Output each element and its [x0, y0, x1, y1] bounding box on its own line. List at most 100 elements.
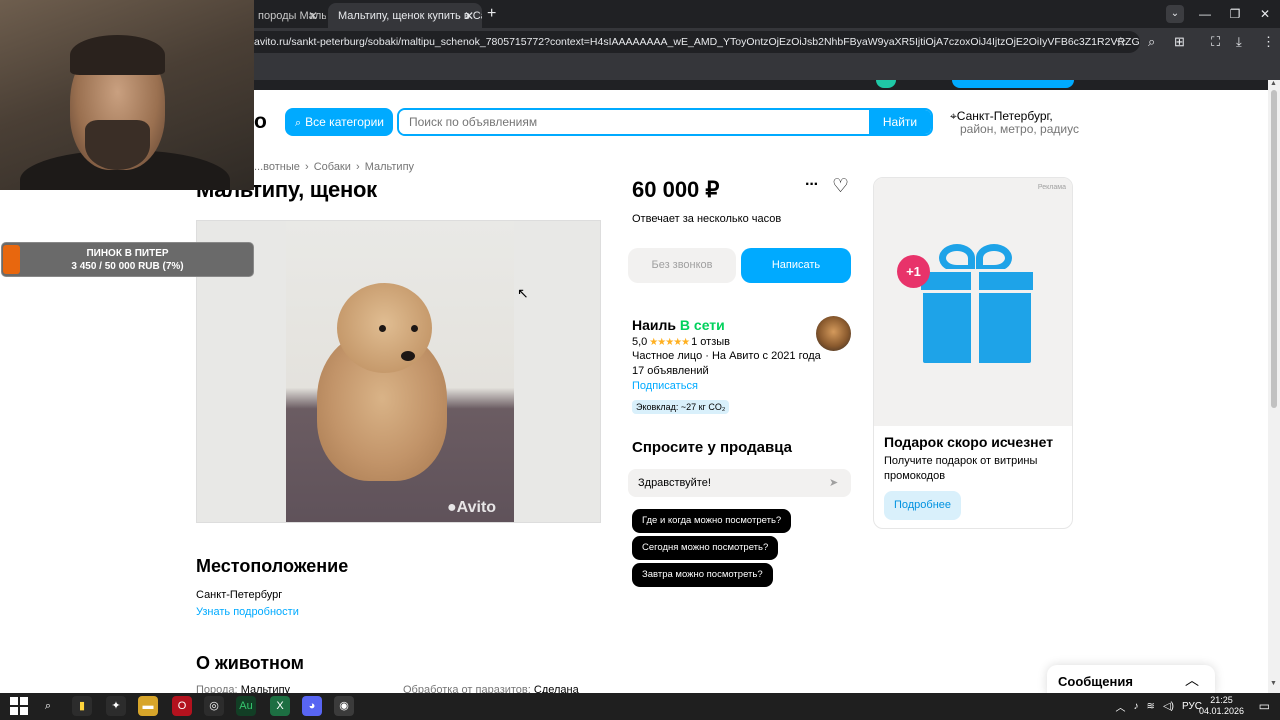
close-tab-icon[interactable]: ✕	[308, 9, 318, 23]
favorite-heart-icon[interactable]: ♡	[832, 175, 849, 198]
audition-icon[interactable]: Au	[236, 696, 256, 716]
tray-chevron-icon[interactable]: ︿	[1116, 699, 1126, 714]
messages-panel[interactable]: Сообщения ︿	[1047, 665, 1215, 695]
clock-time: 21:25	[1210, 695, 1233, 705]
puppy-eye	[411, 325, 418, 332]
eco-badge[interactable]: Эковклад: ~27 кг CO₂	[632, 400, 730, 414]
ask-seller-input[interactable]: Здравствуйте!	[628, 469, 851, 497]
breadcrumb-item-dogs[interactable]: Собаки	[314, 161, 351, 173]
more-options-icon[interactable]: ···	[805, 176, 819, 194]
breadcrumb-item-maltipoo[interactable]: Мальтипу	[365, 161, 414, 173]
donation-title: ПИНОК В ПИТЕР	[86, 248, 169, 259]
scroll-up-icon[interactable]: ▲	[1270, 80, 1277, 87]
chrome-icon[interactable]: ◉	[334, 696, 354, 716]
ad-more-button[interactable]: Подробнее	[884, 491, 961, 520]
seller-rating[interactable]: 5,0 ★★★★★ 1 отзыв	[632, 336, 730, 348]
all-categories-button[interactable]: ⌕ Все категории	[285, 108, 393, 136]
minimize-icon[interactable]: —	[1190, 0, 1220, 28]
subscribe-link[interactable]: Подписаться	[632, 380, 698, 392]
notifications-icon[interactable]: ▭	[1259, 699, 1270, 713]
new-tab-button[interactable]: +	[487, 5, 496, 23]
scrollbar-thumb[interactable]	[1271, 90, 1277, 408]
search-bar: Найти	[397, 108, 933, 136]
messages-label: Сообщения	[1058, 674, 1133, 689]
wifi-icon[interactable]: ≋	[1147, 701, 1155, 712]
avito-dots-icon: ●	[447, 499, 457, 516]
rating-value: 5,0	[632, 336, 648, 348]
donation-amount: 3 450 / 50 000 RUB (7%)	[71, 261, 184, 272]
location-title: Местоположение	[196, 556, 349, 576]
app-icon-yellow[interactable]: ▮	[72, 696, 92, 716]
watermark-text: Avito	[456, 499, 497, 516]
about-animal-title: О животном	[196, 653, 304, 673]
gift-bow-icon	[939, 244, 975, 272]
tab-listing[interactable]: Мальтипу, щенок купить в Санкт-Петербург…	[328, 3, 482, 28]
taskbar-clock[interactable]: 21:25 04.01.2026	[1199, 695, 1244, 717]
quick-question-chip[interactable]: Сегодня можно посмотреть?	[632, 536, 779, 560]
zoom-icon[interactable]: ⌕	[1148, 34, 1155, 50]
ad-title: Подарок скоро исчезнет	[884, 434, 1054, 450]
app-icon-compass[interactable]: ◎	[204, 696, 224, 716]
breadcrumb-separator: ›	[304, 161, 309, 173]
photo-gallery[interactable]: ●Avito	[196, 220, 601, 523]
price: 60 000 ₽	[632, 177, 720, 202]
microphone-icon[interactable]: ♪	[1134, 701, 1139, 712]
download-icon[interactable]: ⤓	[1236, 34, 1242, 50]
search-icon[interactable]: ⌕	[38, 696, 58, 716]
excel-icon[interactable]: X	[270, 696, 290, 716]
location-details-link[interactable]: Узнать подробности	[196, 606, 299, 618]
tab-search-icon[interactable]: ⌄	[1166, 5, 1184, 23]
restore-icon[interactable]: ❐	[1220, 0, 1250, 28]
clock-date: 04.01.2026	[1198, 706, 1244, 716]
app-icon-bird[interactable]: ✦	[106, 696, 126, 716]
close-tab-icon[interactable]: ✕	[464, 9, 474, 23]
windows-start-icon[interactable]	[10, 697, 28, 715]
city-sub-label[interactable]: район, метро, радиус	[960, 122, 1079, 136]
location-pin-icon: ⌖	[950, 109, 957, 123]
file-explorer-icon[interactable]: ▬	[138, 696, 158, 716]
chevron-up-icon[interactable]: ︿	[1185, 670, 1199, 690]
avatar[interactable]	[816, 316, 851, 351]
send-icon[interactable]: ➤	[829, 476, 838, 489]
breadcrumb-item-animals[interactable]: ...вотные	[254, 161, 300, 173]
puppy-eye	[379, 325, 386, 332]
breadcrumb: ...вотные › Собаки › Мальтипу	[254, 161, 416, 173]
webcam-overlay	[0, 0, 254, 190]
volume-icon[interactable]: ◁)	[1163, 701, 1174, 712]
page-scrollbar[interactable]: ▲ ▼	[1268, 80, 1280, 693]
quick-question-chip[interactable]: Где и когда можно посмотреть?	[632, 509, 792, 533]
search-icon: ⌕	[295, 117, 302, 129]
search-input[interactable]	[399, 110, 871, 134]
address-bar[interactable]: avito.ru/sankt-peterburg/sobaki/maltipu_…	[240, 31, 1140, 53]
mouse-cursor-icon: ↖	[517, 285, 529, 301]
site-top-strip	[254, 80, 1280, 90]
seller-listings-count[interactable]: 17 объявлений	[632, 365, 709, 377]
city-label: Санкт-Петербург,	[956, 109, 1053, 123]
rating-stars-icon: ★★★★★	[649, 337, 690, 348]
all-categories-label: Все категории	[305, 115, 385, 129]
windows-taskbar: ⌕ ▮ ✦ ▬ O ◎ Au X ◕ ◉ ︿ ♪ ≋ ◁) РУС 21:25 …	[0, 693, 1280, 720]
screenshot-icon[interactable]: ⛶	[1211, 34, 1220, 50]
breadcrumb-separator: ›	[355, 161, 360, 173]
menu-icon[interactable]: ⋮	[1262, 34, 1275, 50]
tab-breeds[interactable]: породы Мальтипу ✕	[248, 3, 326, 28]
scroll-down-icon[interactable]: ▼	[1270, 680, 1277, 687]
extensions-icon[interactable]: ⊞	[1174, 34, 1185, 50]
plus-one-badge: +1	[897, 255, 930, 288]
seller-name[interactable]: Наиль В сети	[632, 317, 725, 333]
ad-image: Реклама +1	[874, 178, 1072, 426]
reviews-count: 1 отзыв	[691, 336, 731, 348]
location-city: Санкт-Петербург	[196, 589, 283, 601]
ad-label: Реклама	[1037, 184, 1066, 191]
close-window-icon[interactable]: ✕	[1250, 0, 1280, 28]
ad-banner[interactable]: Реклама +1 Подарок скоро исчезнет Получи…	[873, 177, 1073, 529]
write-message-button[interactable]: Написать	[741, 248, 851, 283]
post-ad-button[interactable]	[952, 80, 1074, 88]
search-button[interactable]: Найти	[869, 110, 931, 134]
quick-question-chip[interactable]: Завтра можно посмотреть?	[632, 563, 773, 587]
ad-text: Получите подарок от витрины промокодов	[884, 455, 1038, 482]
bookmark-star-icon[interactable]: ☆	[1115, 34, 1127, 50]
opera-icon[interactable]: O	[172, 696, 192, 716]
avito-logo[interactable]: o	[254, 110, 267, 134]
discord-icon[interactable]: ◕	[302, 696, 322, 716]
